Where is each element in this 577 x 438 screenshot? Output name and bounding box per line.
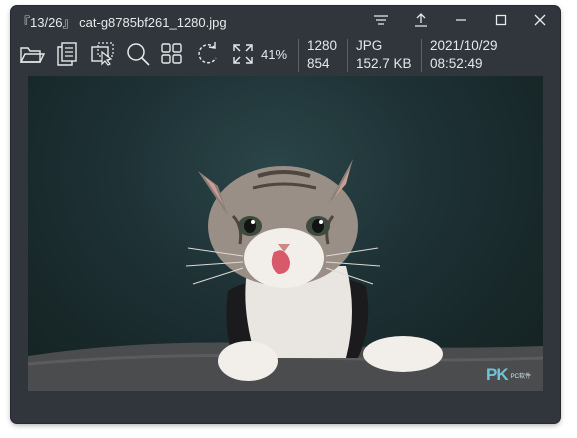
close-icon — [534, 14, 546, 26]
crop-select-icon — [91, 42, 114, 66]
cat-photo — [28, 159, 543, 391]
watermark: PK PC软件 — [486, 365, 531, 385]
image-dimensions: 1280 854 — [307, 37, 337, 73]
fullscreen-button[interactable] — [228, 36, 258, 72]
fullscreen-icon — [233, 44, 253, 64]
copy-icon — [57, 42, 77, 66]
rotate-button[interactable] — [193, 36, 223, 72]
maximize-icon — [495, 14, 507, 26]
file-date: 2021/10/29 — [430, 38, 498, 53]
image-canvas[interactable]: PK PC软件 — [28, 76, 543, 391]
crop-select-button[interactable] — [88, 36, 118, 72]
toolbar-divider — [347, 39, 348, 72]
search-button[interactable] — [123, 36, 153, 72]
share-button[interactable] — [407, 8, 435, 32]
watermark-logo: PK — [486, 365, 509, 384]
file-time: 08:52:49 — [430, 56, 483, 71]
grid-view-icon — [161, 43, 182, 64]
open-folder-button[interactable] — [17, 36, 47, 72]
window-title: 『13/26』 cat-g8785bf261_1280.jpg — [17, 15, 227, 30]
file-size: 152.7 KB — [356, 56, 412, 71]
toolbar-divider — [421, 39, 422, 72]
image-viewer-window: 『13/26』 cat-g8785bf261_1280.jpg 41% 1280… — [11, 6, 560, 423]
watermark-text: PC软件 — [510, 373, 531, 380]
menu-icon — [374, 15, 388, 25]
close-button[interactable] — [526, 8, 554, 32]
menu-button[interactable] — [367, 8, 395, 32]
minimize-button[interactable] — [447, 8, 475, 32]
maximize-button[interactable] — [487, 8, 515, 32]
image-width: 1280 — [307, 38, 338, 53]
share-icon — [415, 13, 427, 27]
search-icon — [127, 43, 150, 66]
rotate-icon — [198, 42, 217, 64]
toolbar: 41% 1280 854 JPG 152.7 KB 2021/10/29 08:… — [11, 36, 560, 74]
minimize-icon — [456, 19, 466, 21]
zoom-level[interactable]: 41% — [261, 47, 287, 62]
file-details: JPG 152.7 KB — [356, 37, 412, 73]
open-folder-icon — [19, 47, 46, 63]
file-format: JPG — [356, 38, 383, 53]
toolbar-divider — [298, 39, 299, 72]
grid-view-button[interactable] — [157, 36, 187, 72]
copy-button[interactable] — [53, 36, 83, 72]
title-bar[interactable]: 『13/26』 cat-g8785bf261_1280.jpg — [11, 6, 560, 34]
image-height: 854 — [307, 56, 330, 71]
file-timestamp: 2021/10/29 08:52:49 — [430, 37, 498, 73]
